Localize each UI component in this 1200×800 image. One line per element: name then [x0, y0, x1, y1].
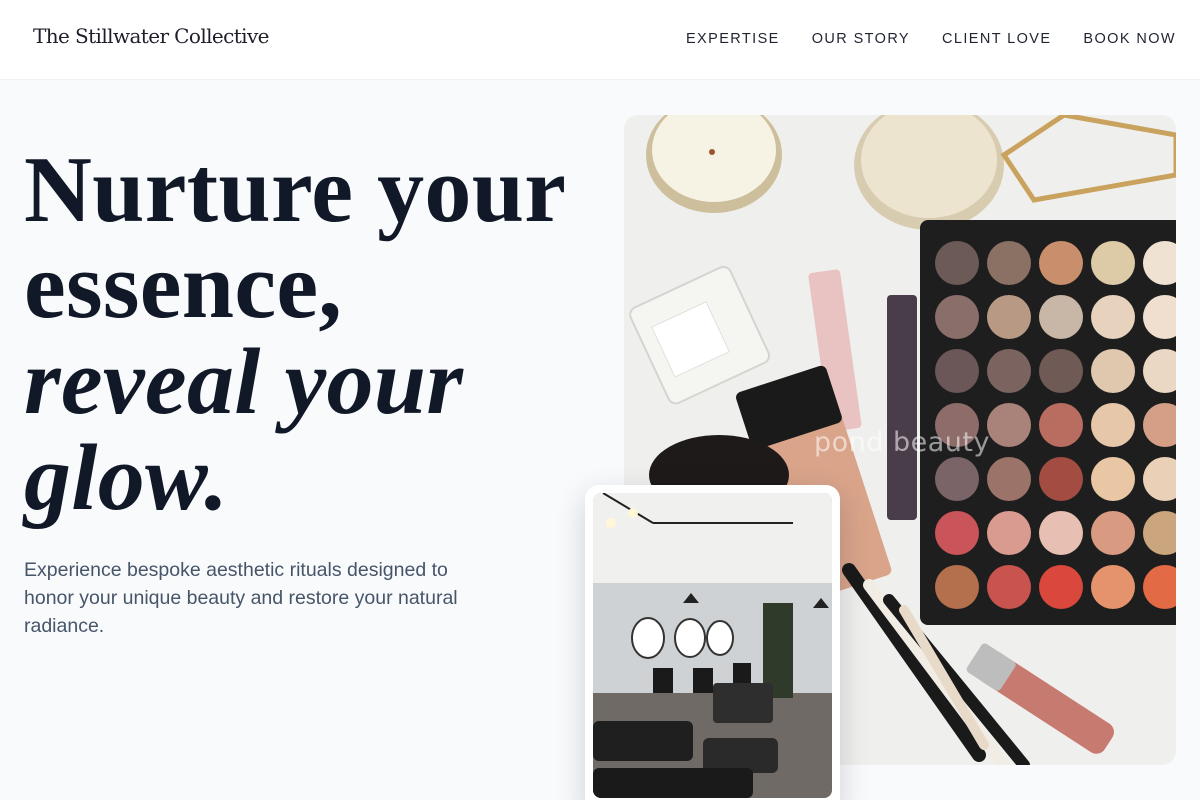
image-watermark: pond beauty	[814, 427, 990, 458]
hero-subtext: Experience bespoke aesthetic rituals des…	[24, 559, 458, 637]
hero-title-line-4: glow.	[24, 426, 229, 530]
site-header: The Stillwater Collective EXPERTISE OUR …	[0, 0, 1200, 80]
main-nav: EXPERTISE OUR STORY CLIENT LOVE BOOK NOW	[686, 31, 1176, 47]
salon-interior-image	[593, 493, 832, 798]
brand-logo[interactable]: The Stillwater Collective	[33, 24, 270, 48]
nav-link-our-story[interactable]: OUR STORY	[812, 31, 910, 47]
hero-title-line-3: reveal your	[24, 330, 464, 434]
nav-link-expertise[interactable]: EXPERTISE	[686, 31, 780, 47]
nav-link-client-love[interactable]: CLIENT LOVE	[942, 31, 1051, 47]
hero-title-line-2: essence,	[24, 234, 343, 338]
salon-interior-illustration	[593, 493, 832, 798]
hero-title: Nurture your essence, reveal your glow.	[24, 142, 604, 526]
nav-link-book-now[interactable]: BOOK NOW	[1083, 31, 1176, 47]
salon-image-frame	[585, 485, 840, 800]
hero-title-line-1: Nurture your	[24, 138, 567, 242]
